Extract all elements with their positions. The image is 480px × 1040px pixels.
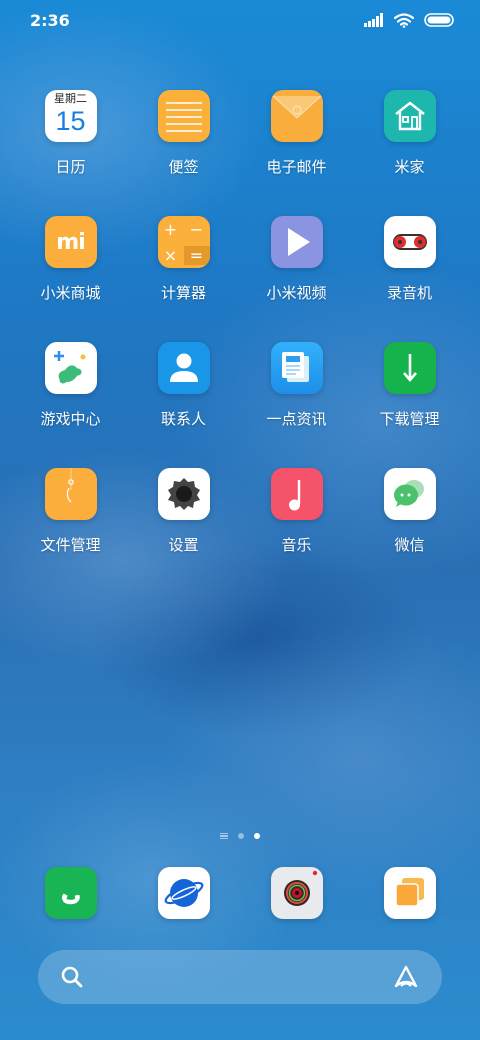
dock-gallery[interactable]	[353, 867, 466, 919]
app-label: 设置	[168, 536, 199, 554]
music-note-icon	[270, 468, 323, 520]
app-label: 联系人	[160, 410, 206, 428]
status-icons	[364, 12, 454, 28]
wechat-icon	[383, 468, 436, 520]
wifi-icon	[394, 12, 414, 28]
gallery-icon	[383, 867, 436, 919]
signal-icon	[364, 13, 383, 27]
app-settings[interactable]: 设置	[127, 468, 240, 594]
dock-phone[interactable]	[14, 867, 127, 919]
mail-icon	[270, 90, 323, 142]
dock-browser[interactable]	[127, 867, 240, 919]
search-icon[interactable]	[60, 965, 84, 989]
app-notes[interactable]: 便签	[127, 90, 240, 216]
phone-icon	[44, 867, 97, 919]
notes-icon	[157, 90, 210, 142]
status-bar: 2:36	[0, 0, 480, 40]
app-label: 音乐	[281, 536, 312, 554]
page-dot-2-active[interactable]	[254, 833, 260, 839]
app-game-center[interactable]: 游戏中心	[14, 342, 127, 468]
equals-symbol: =	[183, 245, 210, 265]
tape-icon	[383, 216, 436, 268]
app-file-manager[interactable]: 文件管理	[14, 468, 127, 594]
battery-icon	[424, 13, 454, 27]
gear-icon	[157, 468, 210, 520]
app-mi-video[interactable]: 小米视频	[240, 216, 353, 342]
app-label: 小米商城	[40, 284, 101, 302]
app-label: 下载管理	[379, 410, 440, 428]
download-arrow-icon	[383, 342, 436, 394]
app-label: 日历	[55, 158, 86, 176]
minus-symbol: −	[189, 219, 204, 239]
app-label: 计算器	[160, 284, 206, 302]
calendar-weekday: 星期二	[54, 92, 87, 105]
calculator-icon: + − × =	[157, 216, 210, 268]
app-recorder[interactable]: 录音机	[353, 216, 466, 342]
app-music[interactable]: 音乐	[240, 468, 353, 594]
app-calculator[interactable]: + − × = 计算器	[127, 216, 240, 342]
mi-store-icon: mi	[44, 216, 97, 268]
app-label: 电子邮件	[266, 158, 327, 176]
app-wechat[interactable]: 微信	[353, 468, 466, 594]
app-grid: 星期二 15 日历 便签 电子邮件 米家 mi 小米商城 + − × = 计算器…	[14, 90, 466, 594]
app-label: 一点资讯	[266, 410, 327, 428]
app-label: 便签	[168, 158, 199, 176]
status-time: 2:36	[30, 10, 70, 30]
home-icon	[383, 90, 436, 142]
app-mijia[interactable]: 米家	[353, 90, 466, 216]
app-label: 微信	[394, 536, 425, 554]
camera-lens-icon	[270, 867, 323, 919]
app-calendar[interactable]: 星期二 15 日历	[14, 90, 127, 216]
browser-globe-icon	[157, 867, 210, 919]
play-icon	[270, 216, 323, 268]
app-label: 小米视频	[266, 284, 327, 302]
app-download-manager[interactable]: 下载管理	[353, 342, 466, 468]
app-label: 米家	[394, 158, 425, 176]
app-yidian-news[interactable]: 一点资讯	[240, 342, 353, 468]
app-email[interactable]: 电子邮件	[240, 90, 353, 216]
app-label: 录音机	[386, 284, 432, 302]
news-icon	[270, 342, 323, 394]
calendar-day: 15	[55, 106, 86, 136]
folder-icon	[44, 468, 97, 520]
times-symbol: ×	[163, 245, 178, 265]
mi-logo: mi	[56, 229, 85, 255]
plus-symbol: +	[163, 219, 178, 239]
app-label: 文件管理	[40, 536, 101, 554]
search-bar[interactable]	[38, 950, 442, 1004]
page-dot-1[interactable]	[238, 833, 244, 839]
calendar-icon: 星期二 15	[44, 90, 97, 142]
dock-camera[interactable]	[240, 867, 353, 919]
app-contacts[interactable]: 联系人	[127, 342, 240, 468]
menu-lines-icon[interactable]	[220, 833, 228, 839]
app-label: 游戏中心	[40, 410, 101, 428]
puzzle-icon	[44, 342, 97, 394]
person-icon	[157, 342, 210, 394]
assistant-icon[interactable]	[392, 964, 420, 990]
dock	[14, 867, 466, 919]
page-indicator	[0, 829, 480, 843]
app-mi-store[interactable]: mi 小米商城	[14, 216, 127, 342]
